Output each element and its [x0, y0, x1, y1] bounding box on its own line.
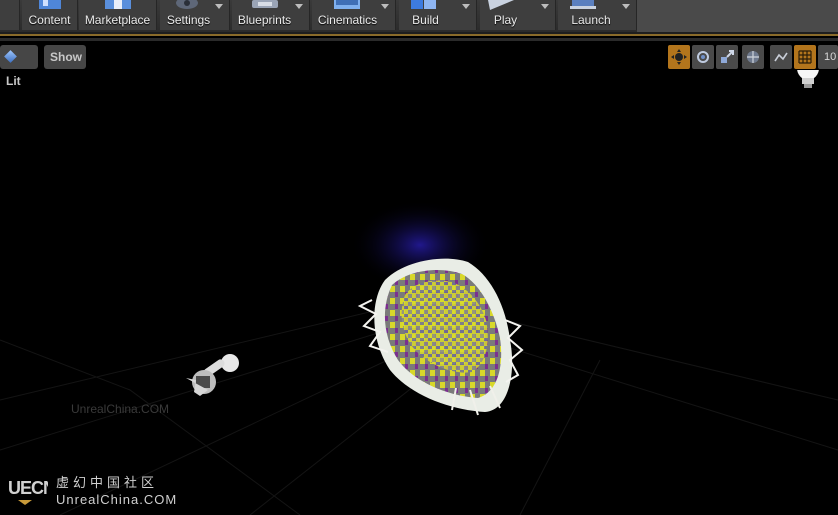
- play-button[interactable]: Play: [480, 0, 556, 30]
- clapperboard-icon: [334, 0, 360, 9]
- blueprint-icon: [252, 0, 278, 8]
- translate-icon: [671, 49, 687, 65]
- marketplace-label: Marketplace: [84, 13, 151, 27]
- content-button[interactable]: Content: [22, 0, 78, 30]
- gear-icon: [176, 0, 198, 9]
- watermark-text-small: UnrealChina.COM: [71, 402, 170, 416]
- svg-text:UECN: UECN: [8, 478, 48, 498]
- main-toolbar: Content Marketplace Settings Blueprints: [0, 0, 838, 32]
- grid-size-label: 10: [824, 51, 837, 63]
- build-icon: [411, 0, 436, 9]
- lit-cube-icon: [4, 50, 17, 64]
- launch-button[interactable]: Launch: [558, 0, 637, 30]
- cinematics-button[interactable]: Cinematics: [312, 0, 396, 30]
- settings-button[interactable]: Settings: [160, 0, 230, 30]
- content-label: Content: [28, 13, 71, 27]
- viewport-top-border: [0, 38, 838, 41]
- show-label: Show: [50, 50, 82, 64]
- toolbar-partial-button[interactable]: [0, 0, 20, 30]
- blueprints-button[interactable]: Blueprints: [232, 0, 310, 30]
- grid-snap-icon: [798, 50, 812, 64]
- build-button[interactable]: Build: [399, 0, 477, 30]
- toolbar-empty-area: [637, 0, 838, 32]
- launch-icon: [570, 0, 596, 9]
- uecn-logo: UECN: [8, 478, 48, 505]
- surface-snap-icon: [774, 52, 788, 62]
- scale-icon: [721, 50, 734, 63]
- launch-label: Launch: [571, 13, 611, 27]
- content-icon: [39, 0, 61, 9]
- translate-tool-button[interactable]: [668, 45, 690, 69]
- toolbar-strip: Content Marketplace Settings Blueprints: [0, 0, 637, 32]
- show-button[interactable]: Show: [44, 45, 86, 69]
- settings-label: Settings: [166, 13, 211, 27]
- scale-tool-button[interactable]: [716, 45, 738, 69]
- world-local-button[interactable]: [742, 45, 764, 69]
- build-label: Build: [412, 13, 439, 27]
- site-watermark: UECN 虚幻中国社区 UnrealChina.COM: [8, 472, 208, 512]
- play-label: Play: [493, 13, 518, 27]
- rotate-icon: [697, 51, 709, 63]
- rotate-tool-button[interactable]: [692, 45, 714, 69]
- watermark-english-text: UnrealChina.COM: [56, 492, 178, 507]
- watermark-chinese-text: 虚幻中国社区: [56, 475, 159, 490]
- cinematics-label: Cinematics: [317, 13, 378, 27]
- play-icon: [488, 0, 514, 10]
- blueprints-label: Blueprints: [237, 13, 292, 27]
- lit-view-mode-button[interactable]: Lit: [0, 45, 38, 88]
- world-icon: [747, 51, 759, 63]
- marketplace-button[interactable]: Marketplace: [79, 0, 157, 30]
- hair-mesh-object[interactable]: [357, 258, 524, 416]
- toolbar-divider: [0, 32, 838, 36]
- level-viewport[interactable]: [0, 70, 838, 515]
- marketplace-icon: [105, 0, 131, 9]
- surface-snap-button[interactable]: [770, 45, 792, 69]
- grid-size-button[interactable]: 10: [818, 45, 838, 69]
- grid-snap-button[interactable]: [794, 45, 816, 69]
- light-bulb-icon[interactable]: [797, 70, 819, 88]
